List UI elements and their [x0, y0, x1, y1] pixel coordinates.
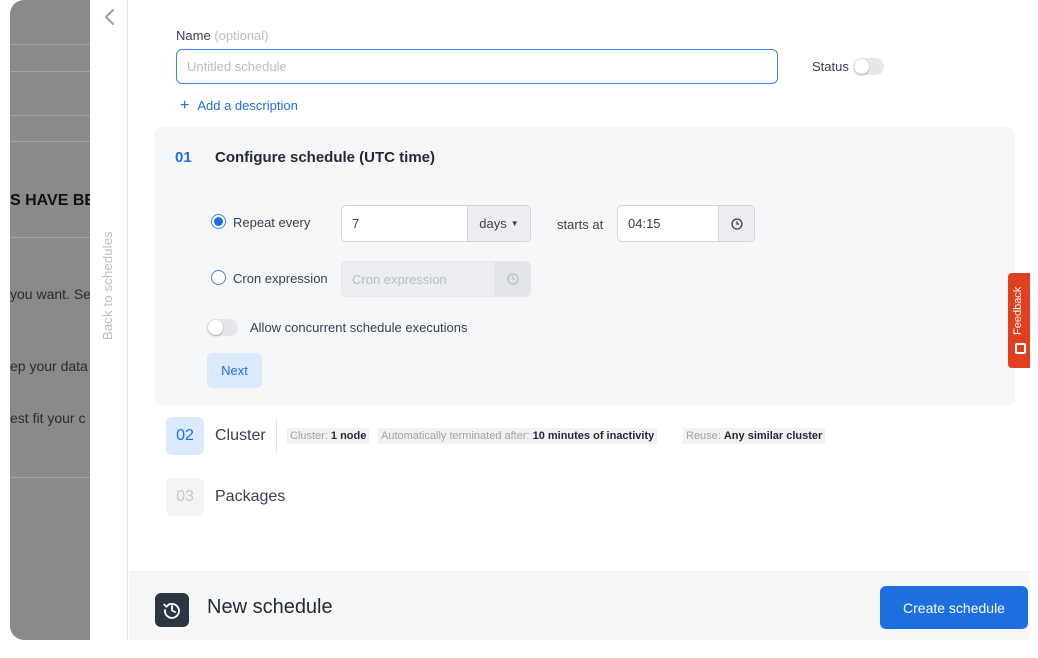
optional-hint: (optional)	[214, 28, 269, 43]
tag-value: Any similar cluster	[723, 430, 823, 442]
feedback-tab[interactable]: Feedback	[1008, 273, 1030, 368]
feedback-icon	[1015, 343, 1026, 354]
tag-value: 1 node	[330, 430, 367, 442]
toggle-knob	[208, 320, 223, 335]
start-time-input[interactable]	[618, 206, 718, 241]
repeat-interval-field: days ▼	[341, 205, 531, 242]
step-cluster-title[interactable]: Cluster	[215, 427, 266, 445]
page-title: New schedule	[207, 596, 333, 618]
clock-icon	[494, 262, 530, 296]
caret-down-icon: ▼	[510, 219, 519, 228]
back-rail[interactable]: Back to schedules	[90, 0, 128, 640]
divider	[276, 418, 277, 454]
schedule-history-icon	[155, 593, 189, 627]
starts-at-label: starts at	[557, 217, 604, 232]
background-divider	[10, 477, 90, 478]
step-title: Configure schedule (UTC time)	[215, 149, 436, 166]
tag-key: Cluster:	[290, 430, 328, 442]
add-description-link[interactable]: + Add a description	[180, 97, 298, 114]
toggle-knob	[854, 59, 869, 74]
repeat-every-label[interactable]: Repeat every	[233, 215, 310, 230]
background-text: you want. Se	[10, 286, 90, 302]
background-divider	[10, 71, 90, 72]
tag-value: 10 minutes of inactivity	[532, 430, 655, 442]
background-text: est fit your c	[10, 410, 86, 426]
plus-icon: +	[180, 97, 190, 114]
repeat-every-radio[interactable]	[211, 214, 226, 229]
step-number: 01	[175, 149, 192, 166]
cron-expression-radio[interactable]	[211, 270, 226, 285]
step-number-badge[interactable]: 03	[166, 478, 204, 516]
tag-key: Automatically terminated after:	[381, 430, 530, 442]
repeat-unit-label: days	[479, 216, 507, 231]
create-schedule-button[interactable]: Create schedule	[880, 586, 1028, 629]
background-divider	[10, 115, 90, 116]
tag-key: Reuse:	[686, 430, 721, 442]
next-button[interactable]: Next	[207, 353, 262, 388]
add-description-label: Add a description	[197, 98, 298, 113]
background-divider	[10, 237, 90, 238]
cron-expression-field	[341, 261, 531, 297]
background-text: ep your data	[10, 358, 88, 374]
auto-terminate-tag: Automatically terminated after: 10 minute…	[378, 428, 658, 444]
repeat-unit-dropdown[interactable]: days ▼	[467, 206, 530, 241]
feedback-label: Feedback	[1012, 286, 1024, 335]
schedule-name-input[interactable]	[176, 49, 778, 84]
drawer-footer: New schedule Create schedule	[129, 571, 1030, 640]
back-to-schedules-label[interactable]: Back to schedules	[100, 231, 115, 340]
cluster-size-tag: Cluster: 1 node	[287, 428, 370, 444]
background-divider	[10, 44, 90, 45]
step-packages-title[interactable]: Packages	[215, 488, 285, 506]
cron-expression-input[interactable]	[342, 262, 494, 296]
concurrent-executions-label: Allow concurrent schedule executions	[250, 320, 468, 335]
step-configure-schedule: 01 Configure schedule (UTC time) Repeat …	[154, 127, 1015, 406]
name-label-text: Name	[176, 28, 211, 43]
schedule-form: Name (optional) Status + Add a descripti…	[129, 0, 1030, 640]
status-toggle[interactable]	[853, 58, 884, 75]
reuse-tag: Reuse: Any similar cluster	[683, 428, 826, 444]
chevron-left-icon[interactable]	[102, 8, 118, 26]
background-divider	[10, 141, 90, 142]
name-label: Name (optional)	[176, 28, 269, 43]
background-heading: S HAVE BE	[10, 192, 90, 209]
step-number-badge[interactable]: 02	[166, 417, 204, 455]
cron-expression-label[interactable]: Cron expression	[233, 271, 328, 286]
clock-icon[interactable]	[718, 206, 754, 241]
repeat-interval-input[interactable]	[342, 206, 467, 241]
concurrent-executions-toggle[interactable]	[207, 319, 238, 336]
background-page: S HAVE BE you want. Se ep your data est …	[10, 0, 90, 640]
start-time-field	[617, 205, 755, 242]
status-label: Status	[812, 59, 849, 74]
